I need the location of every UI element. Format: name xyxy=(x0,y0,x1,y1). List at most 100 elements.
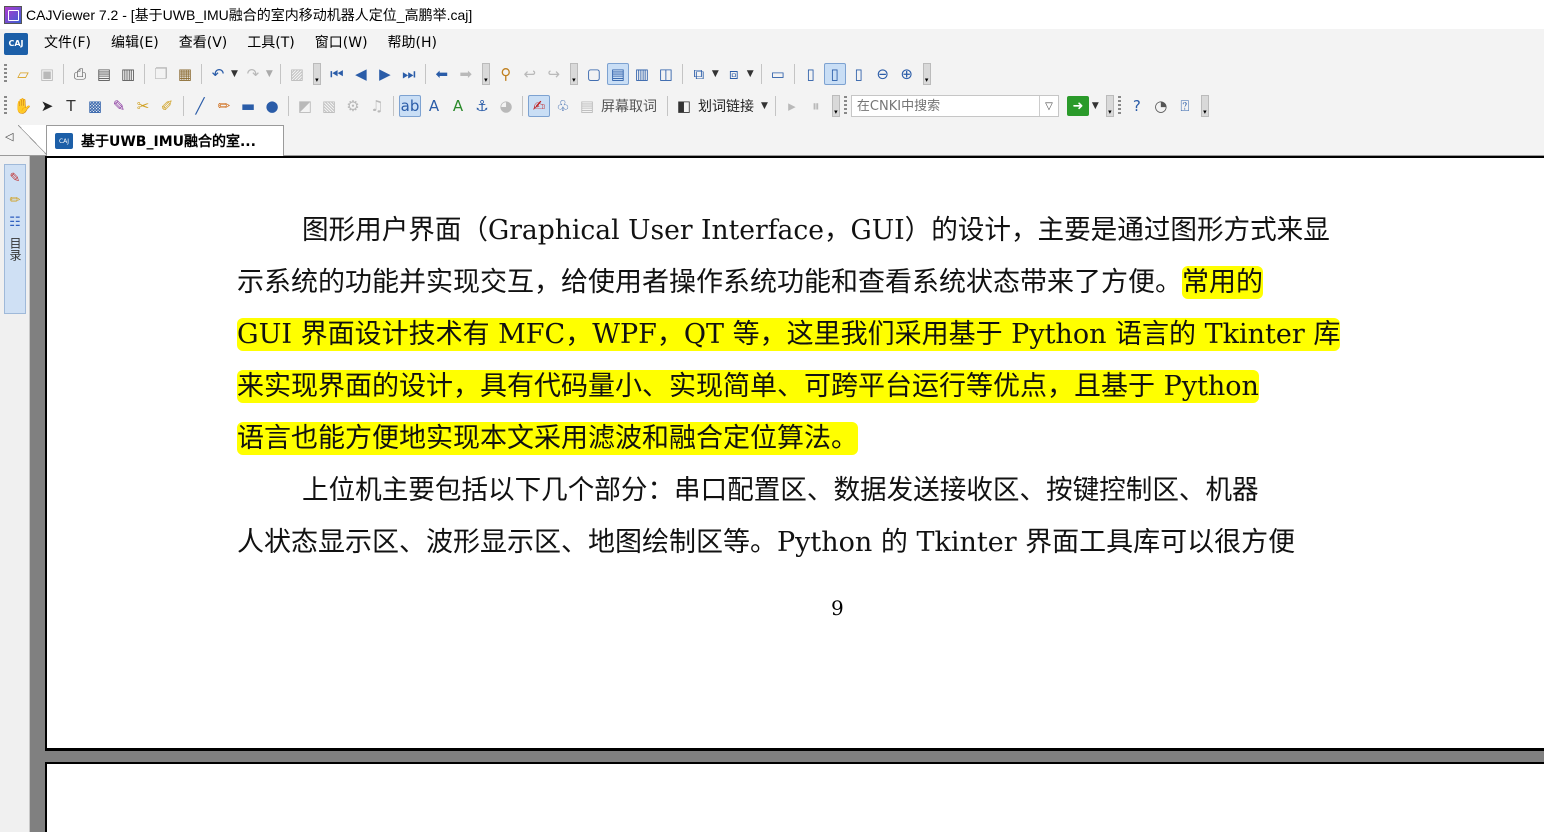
toc-tab-label[interactable]: 目录 xyxy=(6,237,24,261)
update-icon[interactable]: ◔ xyxy=(1150,95,1172,117)
side-panel-strip: ✎ ✏ ☷ 目录 xyxy=(4,164,26,314)
search-go-icon[interactable]: ➜ xyxy=(1066,96,1089,116)
tab-document[interactable]: CAJ 基于UWB_IMU融合的室... xyxy=(46,125,284,156)
about-icon[interactable]: ⍰ xyxy=(1174,95,1196,117)
translate-icon[interactable]: ♧ xyxy=(552,95,574,117)
fit-width-icon[interactable]: ▯ xyxy=(848,63,870,85)
toolbar-options-icon[interactable]: ▾ xyxy=(1200,95,1209,117)
redo-dropdown-icon[interactable]: ▼ xyxy=(266,69,273,79)
hand-tool-icon[interactable]: ✋ xyxy=(12,95,34,117)
menu-edit[interactable]: 编辑(E) xyxy=(101,29,169,58)
menu-view[interactable]: 查看(V) xyxy=(169,29,238,58)
cnki-search-box[interactable]: ▽ xyxy=(850,95,1059,117)
search-dropdown-icon[interactable]: ▽ xyxy=(1038,96,1058,116)
menu-file[interactable]: 文件(F) xyxy=(34,29,101,58)
toc-icon[interactable]: ☷ xyxy=(6,213,24,231)
eraser-icon[interactable]: ◩ xyxy=(294,95,316,117)
word-link-button[interactable]: 划词链接 xyxy=(698,96,754,116)
snapshot-icon[interactable]: ✂ xyxy=(132,95,154,117)
page-setup-icon[interactable]: ▥ xyxy=(117,63,139,85)
word-link-dropdown-icon[interactable]: ▼ xyxy=(761,101,768,111)
menu-tools[interactable]: 工具(T) xyxy=(237,29,304,58)
notes-icon[interactable]: ✍ xyxy=(528,95,550,117)
print-icon[interactable]: ⎙ xyxy=(69,63,91,85)
menu-window[interactable]: 窗口(W) xyxy=(305,29,378,58)
zoom-in-icon[interactable]: ⊕ xyxy=(896,63,918,85)
text-highlight-icon[interactable]: A xyxy=(447,95,469,117)
play-icon[interactable]: ▸ xyxy=(781,95,803,117)
settings-gear-icon[interactable]: ⚙ xyxy=(342,95,364,117)
text-color-icon[interactable]: A xyxy=(423,95,445,117)
toolbar-grip[interactable] xyxy=(843,96,847,116)
rotate-dropdown-icon[interactable]: ▼ xyxy=(712,69,719,79)
screen-capture-button[interactable]: 屏幕取词 xyxy=(601,96,657,116)
next-page-icon[interactable]: ▶ xyxy=(374,63,396,85)
text-select-icon[interactable]: T xyxy=(60,95,82,117)
pencil-icon[interactable]: ✏ xyxy=(213,95,235,117)
actual-size-icon[interactable]: ▯ xyxy=(800,63,822,85)
undo-dropdown-icon[interactable]: ▼ xyxy=(231,69,238,79)
rotate-icon[interactable]: ⧉ xyxy=(688,63,710,85)
toolbar-options-icon[interactable]: ▾ xyxy=(831,95,840,117)
forward-icon[interactable]: ➡ xyxy=(455,63,477,85)
line-tool-icon[interactable]: ╱ xyxy=(189,95,211,117)
save-icon[interactable]: ▣ xyxy=(36,63,58,85)
paste-icon[interactable]: ▦ xyxy=(174,63,196,85)
properties-icon[interactable]: ▨ xyxy=(286,63,308,85)
ocr-icon[interactable]: ✎ xyxy=(108,95,130,117)
side-panel: ✎ ✏ ☷ 目录 xyxy=(0,156,30,832)
toolbar-grip[interactable] xyxy=(4,96,7,116)
toolbar-grip[interactable] xyxy=(4,64,7,84)
layout-dropdown-icon[interactable]: ▼ xyxy=(747,69,754,79)
first-page-icon[interactable]: ⏮ xyxy=(326,63,348,85)
audio-icon[interactable]: ♫ xyxy=(366,95,388,117)
document-menu-icon[interactable]: CAJ xyxy=(4,32,28,55)
caj-document-icon: CAJ xyxy=(55,133,73,149)
pause-icon[interactable]: ⏸ xyxy=(805,95,827,117)
single-page-icon[interactable]: ▢ xyxy=(583,63,605,85)
copy-icon[interactable]: ❐ xyxy=(150,63,172,85)
book-link-icon[interactable]: ◧ xyxy=(673,95,695,117)
help-icon[interactable]: ? xyxy=(1126,95,1148,117)
layout-icon[interactable]: ⧈ xyxy=(723,63,745,85)
fit-page-icon[interactable]: ▯ xyxy=(823,63,846,85)
document-viewer[interactable]: 图形用户界面（Graphical User Interface，GUI）的设计，… xyxy=(30,156,1544,832)
book-mode-icon[interactable]: ◫ xyxy=(655,63,677,85)
facing-pages-icon[interactable]: ▥ xyxy=(631,63,653,85)
find-icon[interactable]: ⚲ xyxy=(495,63,517,85)
highlighter-icon[interactable]: ✏ xyxy=(6,191,24,209)
open-folder-icon[interactable]: ▱ xyxy=(12,63,34,85)
print-preview-icon[interactable]: ▤ xyxy=(93,63,115,85)
screen-capture-icon[interactable]: ▤ xyxy=(576,95,598,117)
rectangle-tool-icon[interactable]: ▬ xyxy=(237,95,259,117)
undo-icon[interactable]: ↶ xyxy=(207,63,229,85)
menu-help[interactable]: 帮助(H) xyxy=(378,29,447,58)
toolbar-grip[interactable] xyxy=(1117,96,1121,116)
spell-check-icon[interactable]: ab xyxy=(399,95,421,117)
back-icon[interactable]: ⬅ xyxy=(431,63,453,85)
search-go-dropdown-icon[interactable]: ▼ xyxy=(1092,101,1099,111)
cnki-search-input[interactable] xyxy=(854,97,1039,115)
knowledge-icon[interactable]: ▧ xyxy=(318,95,340,117)
toolbar-options-icon[interactable]: ▾ xyxy=(481,63,490,85)
zoom-out-icon[interactable]: ⊖ xyxy=(872,63,894,85)
fullscreen-icon[interactable]: ▭ xyxy=(767,63,789,85)
toolbar-options-icon[interactable]: ▾ xyxy=(922,63,931,85)
find-next-icon[interactable]: ↪ xyxy=(543,63,565,85)
redo-icon[interactable]: ↷ xyxy=(242,63,264,85)
stamp-icon[interactable]: ◕ xyxy=(495,95,517,117)
toolbar-options-icon[interactable]: ▾ xyxy=(312,63,321,85)
tab-scroll-left-icon[interactable]: ◁ xyxy=(5,130,13,143)
select-arrow-icon[interactable]: ➤ xyxy=(36,95,58,117)
highlight-text-icon[interactable]: ✐ xyxy=(156,95,178,117)
find-prev-icon[interactable]: ↩ xyxy=(519,63,541,85)
last-page-icon[interactable]: ⏭ xyxy=(398,63,420,85)
continuous-page-icon[interactable]: ▤ xyxy=(606,63,629,85)
anchor-icon[interactable]: ⚓ xyxy=(471,95,493,117)
annotation-icon[interactable]: ✎ xyxy=(6,169,24,187)
image-select-icon[interactable]: ▩ xyxy=(84,95,106,117)
ellipse-tool-icon[interactable]: ● xyxy=(261,95,283,117)
prev-page-icon[interactable]: ◀ xyxy=(350,63,372,85)
toolbar-options-icon[interactable]: ▾ xyxy=(1105,95,1114,117)
toolbar-options-icon[interactable]: ▾ xyxy=(569,63,578,85)
